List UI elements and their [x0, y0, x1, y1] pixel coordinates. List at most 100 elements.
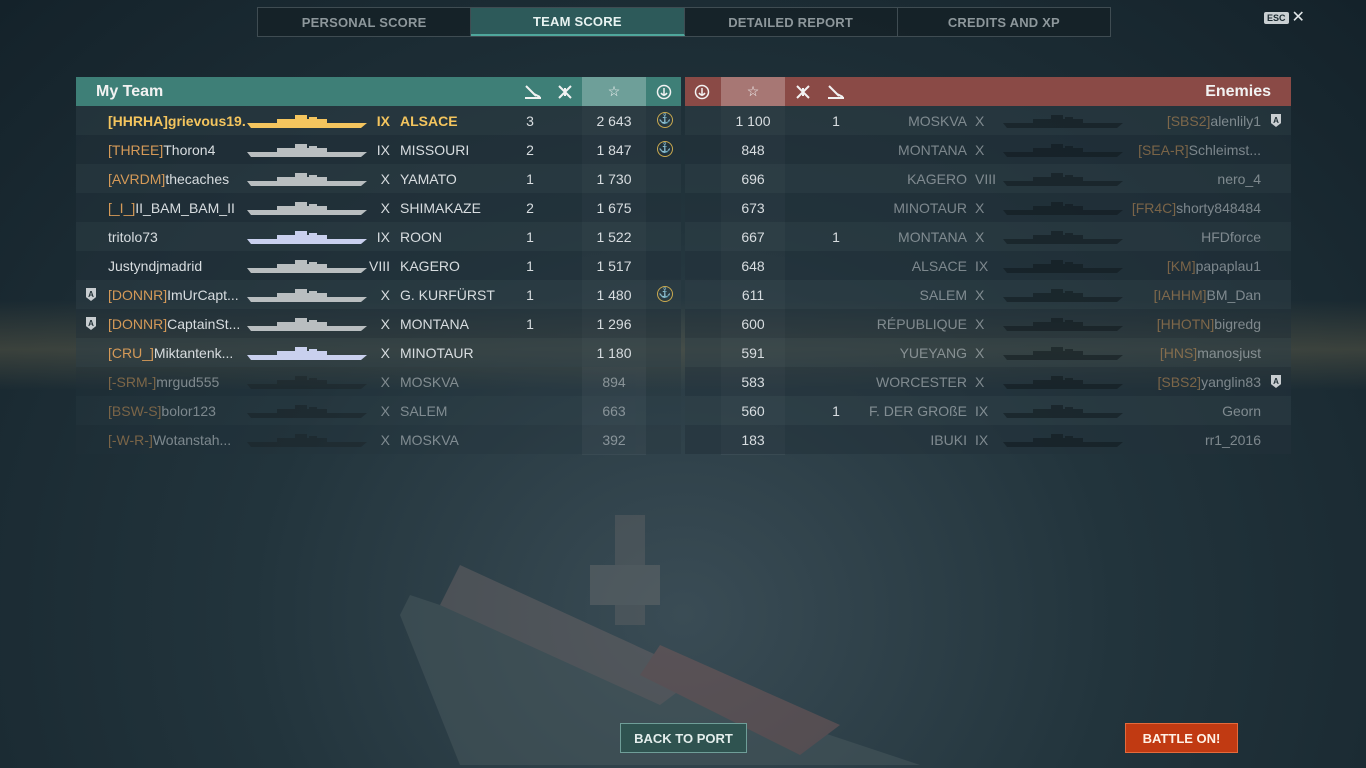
tab-team-score[interactable]: TEAM SCORE [471, 8, 685, 36]
table-row[interactable]: [-SRM-]mrgud555 X MOSKVA 894 [76, 367, 681, 396]
ship-silhouette-icon [1003, 230, 1123, 244]
ship-name: MONTANA [400, 316, 469, 332]
planes-destroyed-column-header[interactable] [550, 77, 580, 106]
base-xp-value: 1 522 [596, 229, 632, 245]
enemy-base-xp-column-header[interactable]: ☆ [721, 77, 785, 106]
close-button[interactable]: ESC ✕ [1264, 10, 1305, 26]
base-xp-value: 591 [741, 345, 765, 361]
player-name: Georn [1222, 403, 1261, 419]
ship-name: MISSOURI [400, 142, 470, 158]
my-team-panel: My Team ☆ [HHRHA]grievous19... IX ALSACE 3 2… [76, 77, 681, 455]
clan-tag: [HHOTN] [1156, 316, 1215, 332]
table-row[interactable]: 1 100 1 MOSKVA X [SBS2]alenlily1 A [685, 106, 1291, 135]
clan-tag: [_I_] [108, 200, 136, 216]
ships-destroyed-count: 1 [526, 171, 534, 187]
ship-silhouette-icon [247, 288, 367, 302]
ship-destroyed-icon [828, 84, 844, 99]
table-row[interactable]: 611 SALEM X [IAHHM]BM_Dan [685, 280, 1291, 309]
base-xp-column-header[interactable]: ☆ [582, 77, 646, 106]
player-name-cell: [AVRDM]thecaches [108, 171, 229, 187]
ship-silhouette-icon [1003, 143, 1123, 157]
ships-destroyed-count: 1 [832, 229, 840, 245]
back-to-port-button[interactable]: BACK TO PORT [620, 723, 747, 753]
base-xp-value: 673 [741, 200, 765, 216]
ship-name: WORCESTER [876, 374, 967, 390]
player-name-cell: [SBS2]alenlily1 [1167, 113, 1261, 129]
enemy-achievements-column-header[interactable] [685, 77, 719, 106]
base-xp-value: 1 675 [596, 200, 632, 216]
achievements-column-header[interactable] [648, 77, 680, 106]
table-row[interactable]: [-W-R-]Wotanstah... X MOSKVA 392 [76, 425, 681, 454]
base-xp-value: 663 [602, 403, 626, 419]
ship-name: ROON [400, 229, 442, 245]
base-xp-value: 560 [741, 403, 765, 419]
table-row[interactable]: A [DONNR]ImUrCapt... X G. KURFÜRST 1 1 480 ⚓ [76, 280, 681, 309]
table-row[interactable]: 183 IBUKI IX rr1_2016 [685, 425, 1291, 454]
player-name-cell: [BSW-S]bolor123 [108, 403, 216, 419]
division-badge-icon: A [1271, 114, 1281, 127]
table-row[interactable]: [THREE]Thoron4 IX MISSOURI 2 1 847 ⚓ [76, 135, 681, 164]
table-row[interactable]: 848 MONTANA X [SEA-R]Schleimst... [685, 135, 1291, 164]
ship-silhouette-icon [247, 201, 367, 215]
ship-silhouette-icon [1003, 317, 1123, 331]
player-name-cell: [-W-R-]Wotanstah... [108, 432, 231, 448]
ship-tier: IX [975, 432, 989, 448]
ship-name: KAGERO [907, 171, 967, 187]
enemy-planes-destroyed-column-header[interactable] [788, 77, 818, 106]
player-name-cell: rr1_2016 [1205, 432, 1261, 448]
table-row[interactable]: 591 YUEYANG X [HNS]manosjust [685, 338, 1291, 367]
clan-tag: [CRU_] [108, 345, 154, 361]
base-xp-value: 1 847 [596, 142, 632, 158]
table-row[interactable]: 583 WORCESTER X [SBS2]yanglin83 A [685, 367, 1291, 396]
ships-destroyed-count: 2 [526, 142, 534, 158]
table-row[interactable]: 600 RÉPUBLIQUE X [HHOTN]bigredg [685, 309, 1291, 338]
base-xp-value: 611 [741, 287, 765, 303]
table-row[interactable]: 696 KAGERO VIII nero_4 [685, 164, 1291, 193]
table-row[interactable]: 673 MINOTAUR X [FR4C]shorty848484 [685, 193, 1291, 222]
clan-tag: [SBS2] [1157, 374, 1202, 390]
player-name-cell: [CRU_]Miktantenk... [108, 345, 233, 361]
ship-name: ALSACE [911, 258, 967, 274]
player-name: shorty848484 [1176, 200, 1261, 216]
player-name-cell: Justyndjmadrid [108, 258, 202, 274]
tab-personal-score[interactable]: PERSONAL SCORE [258, 8, 472, 36]
ships-destroyed-column-header[interactable] [518, 77, 548, 106]
ships-destroyed-count: 1 [832, 113, 840, 129]
tab-credits-and-xp[interactable]: CREDITS AND XP [898, 8, 1110, 36]
clan-tag: [KM] [1166, 258, 1196, 274]
enemy-ships-destroyed-column-header[interactable] [821, 77, 851, 106]
table-row[interactable]: Justyndjmadrid VIII KAGERO 1 1 517 [76, 251, 681, 280]
table-row[interactable]: [HHRHA]grievous19... IX ALSACE 3 2 643 ⚓ [76, 106, 681, 135]
table-row[interactable]: [AVRDM]thecaches X YAMATO 1 1 730 [76, 164, 681, 193]
ships-destroyed-count: 1 [526, 229, 534, 245]
player-name-cell: [DONNR]ImUrCapt... [108, 287, 239, 303]
table-row[interactable]: 667 1 MONTANA X HFDforce [685, 222, 1291, 251]
ship-tier: IX [975, 258, 989, 274]
table-row[interactable]: 648 ALSACE IX [KM]papaplau1 [685, 251, 1291, 280]
table-row[interactable]: [BSW-S]bolor123 X SALEM 663 [76, 396, 681, 425]
ship-name: MOSKVA [400, 432, 459, 448]
division-badge-icon: A [86, 288, 96, 301]
table-row[interactable]: A [DONNR]CaptainSt... X MONTANA 1 1 296 [76, 309, 681, 338]
battle-on-button[interactable]: BATTLE ON! [1125, 723, 1238, 753]
base-xp-value: 667 [741, 229, 765, 245]
table-row[interactable]: [_I_]II_BAM_BAM_II X SHIMAKAZE 2 1 675 [76, 193, 681, 222]
player-name-cell: [IAHHM]BM_Dan [1154, 287, 1261, 303]
table-row[interactable]: [CRU_]Miktantenk... X MINOTAUR 1 180 [76, 338, 681, 367]
clan-tag: [IAHHM] [1153, 287, 1207, 303]
ship-name: SHIMAKAZE [400, 200, 481, 216]
table-row[interactable]: 560 1 F. DER GROßE IX Georn [685, 396, 1291, 425]
clan-tag: [THREE] [108, 142, 164, 158]
ships-destroyed-count: 3 [526, 113, 534, 129]
player-name-cell: [-SRM-]mrgud555 [108, 374, 219, 390]
enemies-list: 1 100 1 MOSKVA X [SBS2]alenlily1 A 848 MONTANA X… [685, 106, 1291, 454]
player-name: papaplau1 [1195, 258, 1261, 274]
clan-tag: [AVRDM] [108, 171, 166, 187]
table-row[interactable]: tritolo73 IX ROON 1 1 522 [76, 222, 681, 251]
player-name: HFDforce [1201, 229, 1261, 245]
ship-tier: X [380, 374, 390, 390]
player-name-cell: Georn [1222, 403, 1261, 419]
ship-tier: IX [975, 403, 989, 419]
ship-name: SALEM [400, 403, 448, 419]
tab-detailed-report[interactable]: DETAILED REPORT [685, 8, 898, 36]
